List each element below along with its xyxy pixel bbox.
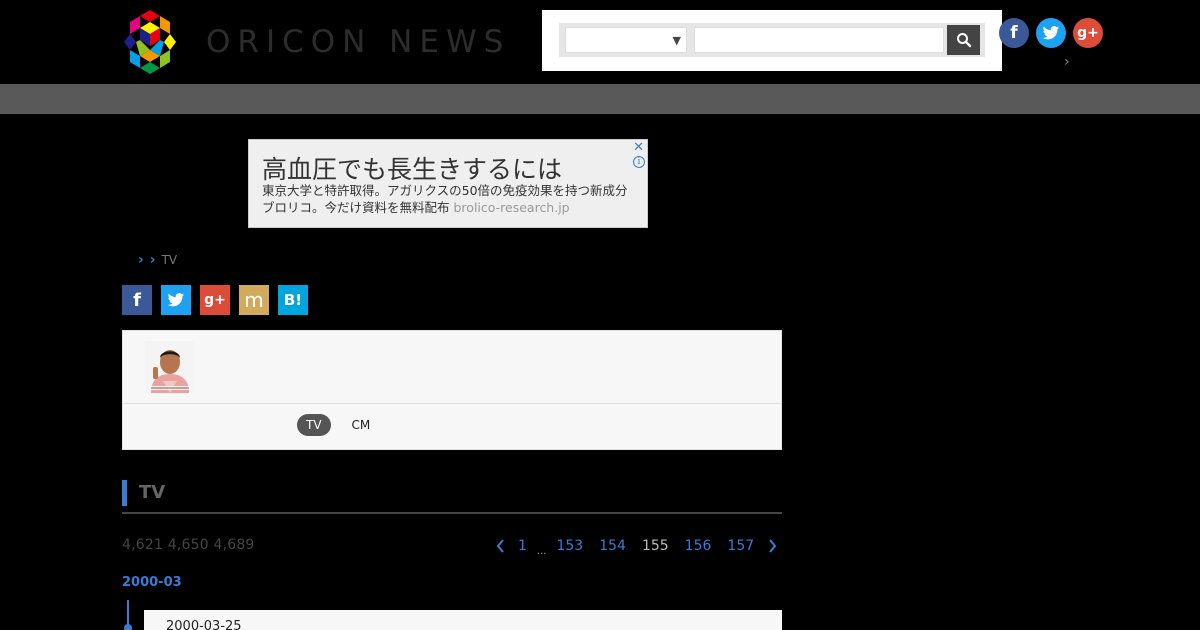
tab-tv[interactable]: TV	[297, 414, 331, 436]
page-link[interactable]: 1	[510, 538, 535, 554]
page-link[interactable]: 153	[548, 538, 591, 554]
section-underline	[122, 512, 782, 514]
search-icon	[956, 33, 971, 48]
prev-page-icon[interactable]	[490, 539, 510, 553]
ad-body-line1: 東京大学と特許取得。アガリクスの50倍の免疫効果を持つ新成分	[262, 183, 628, 198]
twitter-bird-icon	[167, 292, 185, 306]
facebook-icon[interactable]: f	[999, 18, 1029, 48]
tab-cm[interactable]: CM	[343, 414, 380, 436]
global-nav-bar	[0, 84, 1200, 114]
search-box: ▼	[542, 10, 1002, 71]
timeline-month: 2000-03	[122, 575, 182, 590]
avatar[interactable]	[145, 341, 195, 393]
entry-date: 2000-03-25	[166, 619, 242, 630]
ad-info-icon[interactable]: i	[633, 156, 645, 168]
search-category-select[interactable]: ▼	[565, 27, 687, 53]
ad-close-icon[interactable]: ✕	[633, 140, 644, 155]
google-plus-icon[interactable]: g+	[1073, 18, 1103, 48]
section-title: TV	[139, 482, 166, 503]
timeline-dot	[124, 624, 132, 630]
site-header: ORICON NEWS ▼ f g+ ›	[0, 0, 1200, 84]
result-counts: 4,621 4,650 4,689	[122, 537, 255, 553]
chevron-down-icon: ▼	[672, 34, 681, 47]
current-page: 155	[641, 538, 669, 554]
ad-headline[interactable]: 高血圧でも長生きするには	[262, 150, 562, 186]
share-google-plus-button[interactable]: g+	[200, 285, 230, 315]
timeline-entry[interactable]: 2000-03-25	[144, 610, 782, 630]
page-link[interactable]: 157	[719, 538, 762, 554]
share-mixi-button[interactable]: m	[239, 285, 269, 315]
ad-url: brolico-research.jp	[453, 200, 570, 215]
next-page-icon[interactable]	[762, 539, 782, 553]
twitter-bird-icon	[1042, 25, 1060, 39]
share-facebook-button[interactable]: f	[122, 285, 152, 315]
page-link[interactable]: 154	[591, 538, 634, 554]
breadcrumb: › › TV	[138, 252, 177, 268]
share-twitter-button[interactable]	[161, 285, 191, 315]
chevron-right-icon: ›	[149, 252, 156, 268]
page-link[interactable]: 156	[677, 538, 720, 554]
advertisement[interactable]: 高血圧でも長生きするには 東京大学と特許取得。アガリクスの50倍の免疫効果を持つ…	[248, 139, 648, 228]
card-divider	[123, 403, 781, 404]
search-button[interactable]	[947, 25, 980, 55]
person-photo-icon	[145, 341, 195, 393]
twitter-icon[interactable]	[1036, 18, 1066, 48]
oricon-logo-icon[interactable]	[120, 8, 180, 76]
profile-card: TV CM	[122, 330, 782, 450]
search-input[interactable]	[694, 27, 944, 53]
profile-tabs: TV CM	[297, 414, 379, 436]
ad-body[interactable]: 東京大学と特許取得。アガリクスの50倍の免疫効果を持つ新成分 ブロリコ。今だけ資…	[262, 182, 646, 216]
breadcrumb-current: TV	[161, 253, 178, 267]
pagination: 1 ... 153 154 155 156 157	[490, 535, 782, 557]
pagination-ellipsis: ...	[536, 546, 547, 557]
ad-body-line2-text: ブロリコ。今だけ資料を無料配布	[262, 200, 450, 215]
header-chevron-right-icon[interactable]: ›	[1064, 54, 1070, 70]
share-hatena-bookmark-button[interactable]: B!	[278, 285, 308, 315]
section-accent-bar	[122, 480, 127, 506]
chevron-right-icon: ›	[138, 252, 144, 268]
search-bar: ▼	[559, 23, 985, 57]
logo-wordmark[interactable]: ORICON NEWS	[206, 24, 510, 60]
ad-body-line2: ブロリコ。今だけ資料を無料配布 brolico-research.jp	[262, 199, 646, 216]
